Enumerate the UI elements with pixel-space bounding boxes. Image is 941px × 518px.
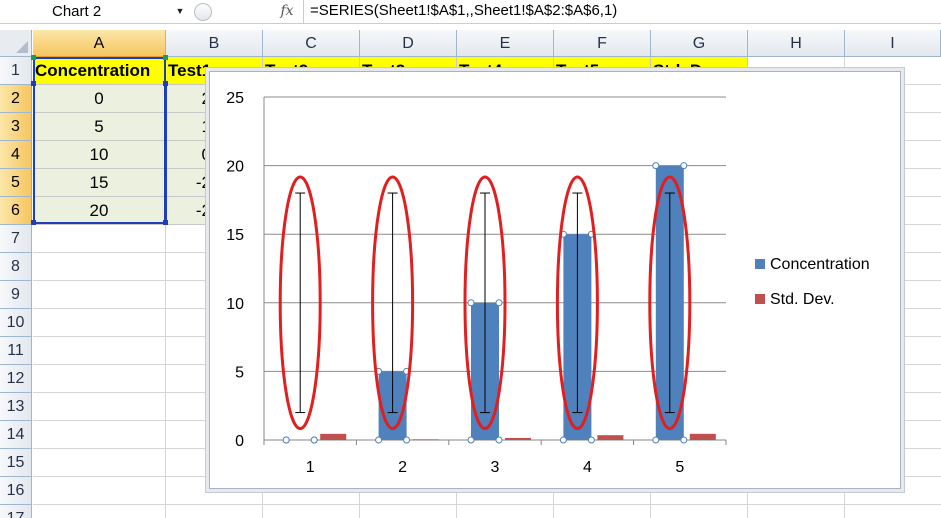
bar-selection-handle bbox=[652, 162, 660, 170]
y-tick-label: 10 bbox=[226, 296, 244, 313]
legend-label: Std. Dev. bbox=[770, 291, 835, 308]
row-header-7[interactable]: 7 bbox=[0, 225, 32, 253]
cell-a6[interactable]: 20 bbox=[33, 197, 166, 225]
row-header-16[interactable]: 16 bbox=[0, 477, 32, 505]
bar-selection-handle bbox=[587, 436, 595, 444]
bar-std-dev bbox=[320, 433, 347, 440]
series-range-edge bbox=[165, 84, 167, 224]
range-handle[interactable] bbox=[31, 81, 36, 86]
bar-selection-handle bbox=[652, 436, 660, 444]
legend-label: Concentration bbox=[770, 256, 870, 273]
bar-selection-handle bbox=[467, 436, 475, 444]
y-tick-label: 20 bbox=[226, 159, 244, 176]
insert-function-icon[interactable]: fx bbox=[275, 1, 299, 22]
x-tick-label: 2 bbox=[398, 459, 407, 476]
row-header-3[interactable]: 3 bbox=[0, 113, 32, 141]
column-header-e[interactable]: E bbox=[457, 30, 554, 57]
column-header-a[interactable]: A bbox=[33, 30, 166, 57]
row-header-4[interactable]: 4 bbox=[0, 141, 32, 169]
cell-a3[interactable]: 5 bbox=[33, 113, 166, 141]
bar-selection-handle bbox=[680, 162, 688, 170]
column-header-c[interactable]: C bbox=[263, 30, 360, 57]
column-header-h[interactable]: H bbox=[748, 30, 845, 57]
row-header-11[interactable]: 11 bbox=[0, 337, 32, 365]
bar-selection-handle bbox=[375, 436, 383, 444]
x-tick-label: 4 bbox=[583, 459, 592, 476]
name-box-value: Chart 2 bbox=[52, 3, 102, 20]
range-handle[interactable] bbox=[163, 81, 168, 86]
range-handle[interactable] bbox=[31, 55, 36, 60]
bar-selection-handle bbox=[680, 436, 688, 444]
select-all-icon bbox=[16, 41, 28, 53]
legend-swatch bbox=[755, 259, 765, 269]
row-header-5[interactable]: 5 bbox=[0, 169, 32, 197]
x-tick-label: 1 bbox=[306, 459, 315, 476]
y-tick-label: 5 bbox=[235, 364, 244, 381]
x-tick-label: 3 bbox=[491, 459, 500, 476]
column-header-f[interactable]: F bbox=[554, 30, 651, 57]
row-header-8[interactable]: 8 bbox=[0, 253, 32, 281]
formula-input[interactable]: =SERIES(Sheet1!$A$1,,Sheet1!$A$2:$A$6,1) bbox=[303, 0, 941, 23]
bar-std-dev bbox=[505, 437, 531, 440]
y-tick-label: 15 bbox=[226, 227, 244, 244]
row-header-10[interactable]: 10 bbox=[0, 309, 32, 337]
y-tick-label: 0 bbox=[235, 433, 244, 450]
cell-a4[interactable]: 10 bbox=[33, 141, 166, 169]
select-all-button[interactable] bbox=[0, 30, 32, 57]
range-handle[interactable] bbox=[163, 55, 168, 60]
range-handle[interactable] bbox=[31, 220, 36, 225]
bar-selection-handle bbox=[559, 436, 567, 444]
bar-selection-handle bbox=[282, 436, 290, 444]
y-tick-label: 25 bbox=[226, 90, 244, 107]
bar-std-dev bbox=[412, 439, 439, 441]
column-header-g[interactable]: G bbox=[651, 30, 748, 57]
legend-swatch bbox=[755, 294, 765, 304]
column-header-b[interactable]: B bbox=[166, 30, 263, 57]
row-header-14[interactable]: 14 bbox=[0, 421, 32, 449]
row-header-6[interactable]: 6 bbox=[0, 197, 32, 225]
row-header-2[interactable]: 2 bbox=[0, 85, 32, 113]
bar-std-dev bbox=[689, 433, 716, 440]
bar-std-dev bbox=[597, 435, 624, 440]
row-header-12[interactable]: 12 bbox=[0, 365, 32, 393]
column-header-i[interactable]: I bbox=[845, 30, 941, 57]
chart-object[interactable]: 0 5 10 15 20 25 1 2 3 4 5 Concentration Std. Dev. bbox=[209, 71, 901, 489]
row-header-13[interactable]: 13 bbox=[0, 393, 32, 421]
row-header-15[interactable]: 15 bbox=[0, 449, 32, 477]
bar-selection-handle bbox=[467, 299, 475, 307]
row-header-17[interactable]: 17 bbox=[0, 505, 32, 518]
bar-selection-handle bbox=[495, 436, 503, 444]
bar-selection-handle bbox=[310, 436, 318, 444]
column-chart[interactable]: 0 5 10 15 20 25 1 2 3 4 5 Concentration Std. Dev. bbox=[210, 72, 902, 490]
range-handle[interactable] bbox=[163, 220, 168, 225]
formula-bar: Chart 2 ▼ fx =SERIES(Sheet1!$A$1,,Sheet1… bbox=[0, 0, 941, 24]
cell-a2[interactable]: 0 bbox=[33, 85, 166, 113]
cell-a5[interactable]: 15 bbox=[33, 169, 166, 197]
bar-selection-handle bbox=[403, 436, 411, 444]
row-header-9[interactable]: 9 bbox=[0, 281, 32, 309]
bar-selection-handle bbox=[495, 299, 503, 307]
row-header-1[interactable]: 1 bbox=[0, 57, 32, 85]
x-tick-label: 5 bbox=[675, 459, 684, 476]
cell-a1[interactable]: Concentration bbox=[33, 57, 166, 85]
name-box[interactable]: Chart 2 bbox=[2, 1, 188, 22]
chevron-down-icon[interactable]: ▼ bbox=[173, 4, 187, 18]
column-header-d[interactable]: D bbox=[360, 30, 457, 57]
formula-bar-splitter-handle[interactable] bbox=[194, 3, 212, 21]
